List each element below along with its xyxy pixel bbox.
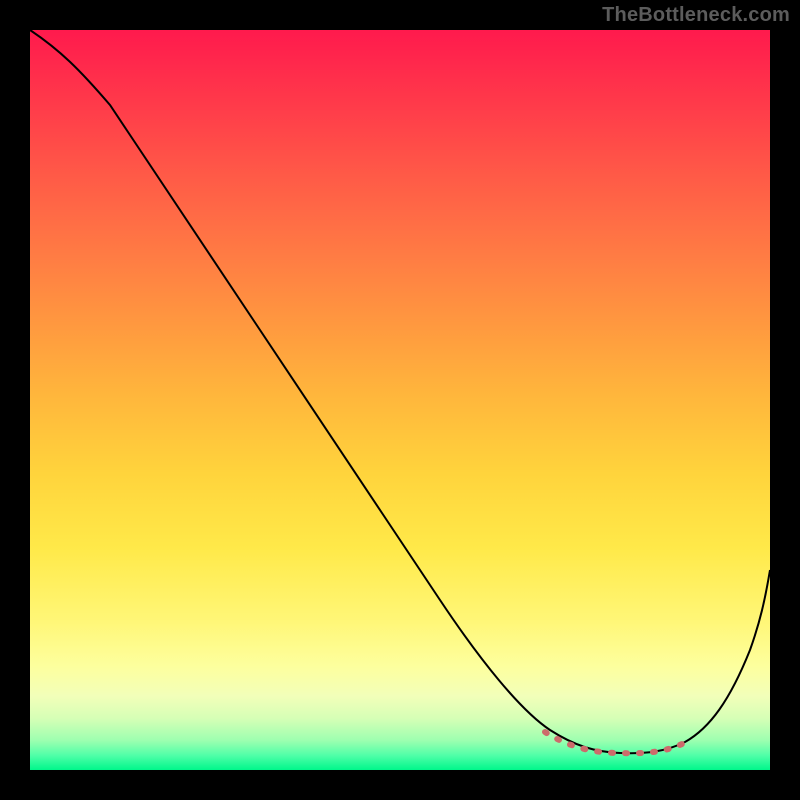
curve-svg xyxy=(30,30,770,770)
attribution-label: TheBottleneck.com xyxy=(602,4,790,27)
bottleneck-curve xyxy=(30,30,770,753)
chart-stage: TheBottleneck.com xyxy=(0,0,800,800)
gradient-plot-area xyxy=(30,30,770,770)
